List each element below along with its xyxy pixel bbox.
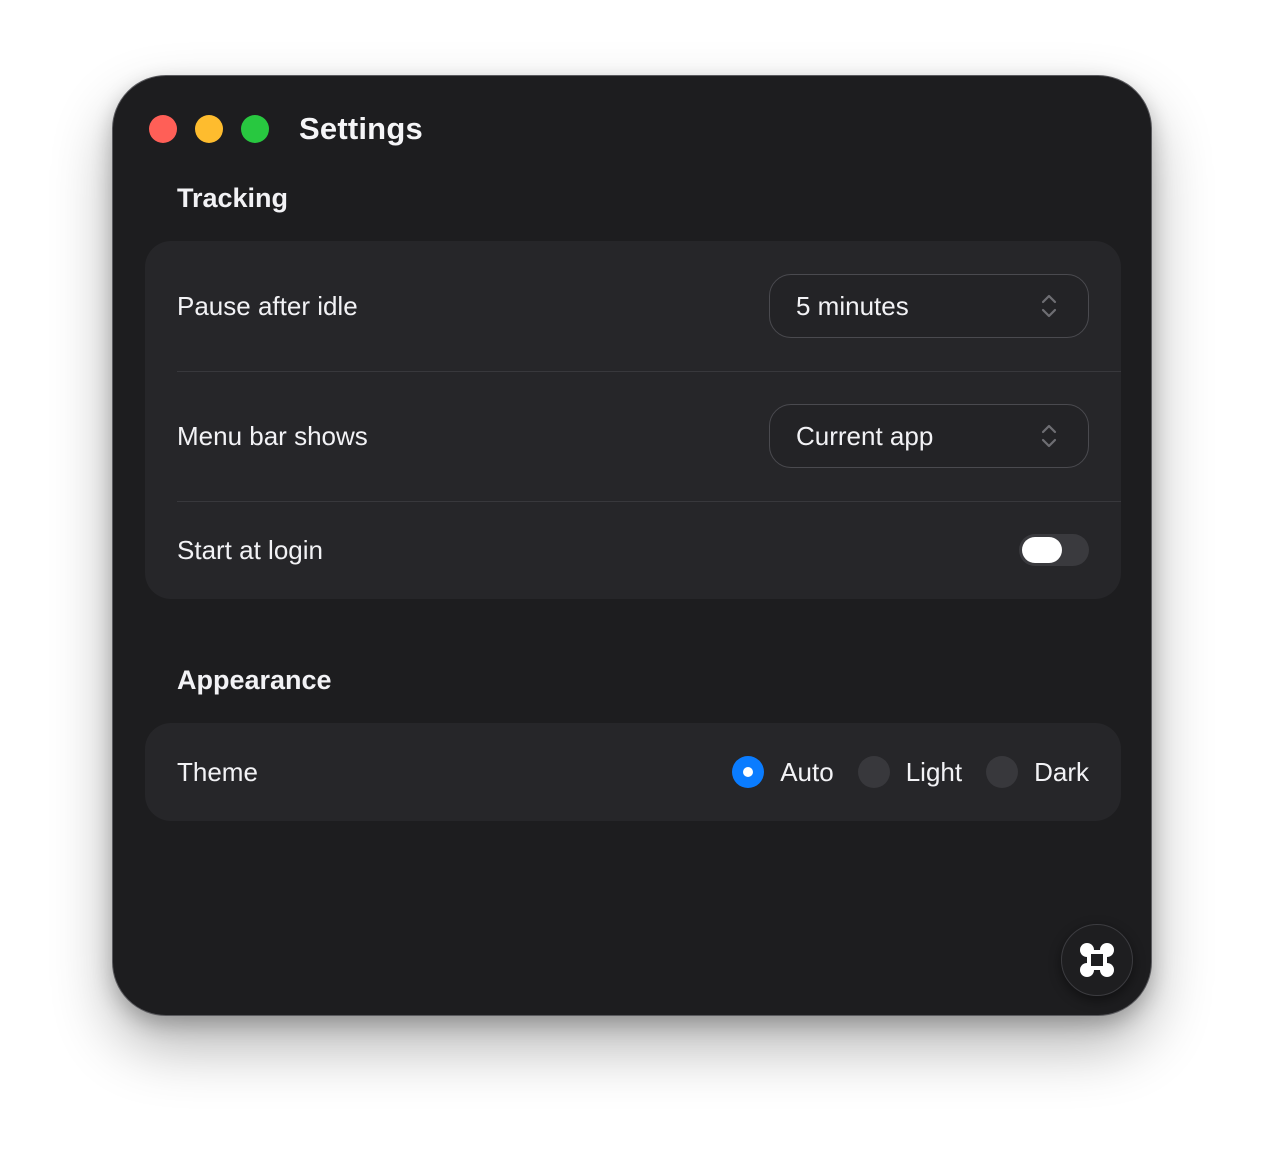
- pause-after-idle-value: 5 minutes: [796, 290, 909, 321]
- minimize-button[interactable]: [195, 115, 223, 143]
- theme-label: Theme: [177, 756, 258, 787]
- theme-option-light[interactable]: Light: [857, 756, 963, 788]
- tracking-card: Pause after idle 5 minutes Menu bar show…: [145, 241, 1121, 599]
- toggle-knob: [1022, 537, 1062, 563]
- chevron-up-down-icon: [1041, 424, 1057, 448]
- start-at-login-label: Start at login: [177, 534, 323, 565]
- command-key-icon: [1080, 943, 1114, 977]
- menu-bar-shows-row: Menu bar shows Current app: [145, 371, 1121, 501]
- theme-option-auto[interactable]: Auto: [732, 756, 834, 788]
- menu-bar-shows-select[interactable]: Current app: [769, 404, 1089, 468]
- close-button[interactable]: [149, 115, 177, 143]
- pause-after-idle-label: Pause after idle: [177, 290, 358, 321]
- theme-option-label: Auto: [780, 756, 834, 787]
- theme-radio-group: Auto Light Dark: [732, 756, 1089, 788]
- zoom-button[interactable]: [241, 115, 269, 143]
- menu-bar-shows-value: Current app: [796, 420, 934, 451]
- radio-button-checked[interactable]: [732, 756, 765, 788]
- command-button[interactable]: [1061, 924, 1133, 996]
- theme-row: Theme Auto Light Dark: [145, 723, 1121, 821]
- pause-after-idle-select[interactable]: 5 minutes: [769, 274, 1089, 338]
- radio-button[interactable]: [857, 756, 890, 788]
- settings-window: Settings Tracking Pause after idle 5 min…: [112, 75, 1152, 1016]
- theme-option-dark[interactable]: Dark: [986, 756, 1089, 788]
- theme-option-label: Dark: [1034, 756, 1089, 787]
- window-title: Settings: [299, 111, 423, 146]
- radio-button[interactable]: [986, 756, 1019, 788]
- title-bar: Settings: [149, 111, 423, 146]
- tracking-section-title: Tracking: [177, 183, 289, 213]
- start-at-login-row: Start at login: [145, 501, 1121, 599]
- start-at-login-toggle[interactable]: [1019, 534, 1089, 566]
- menu-bar-shows-label: Menu bar shows: [177, 420, 368, 451]
- theme-option-label: Light: [905, 756, 963, 787]
- appearance-section-title: Appearance: [177, 665, 332, 695]
- pause-after-idle-row: Pause after idle 5 minutes: [145, 241, 1121, 371]
- chevron-up-down-icon: [1041, 294, 1057, 318]
- appearance-card: Theme Auto Light Dark: [145, 723, 1121, 821]
